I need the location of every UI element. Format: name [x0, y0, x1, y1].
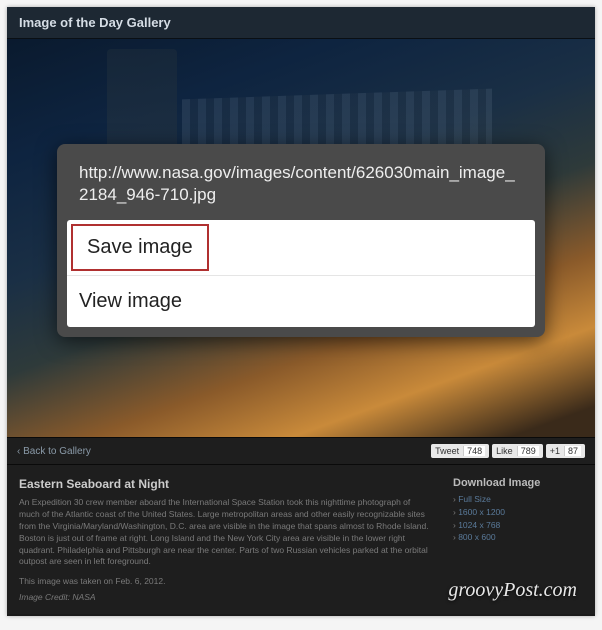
details-panel: Eastern Seaboard at Night An Expedition …: [7, 465, 595, 614]
download-title: Download Image: [453, 477, 583, 489]
menu-row: Save image: [67, 220, 535, 276]
view-image-item[interactable]: View image: [67, 276, 535, 327]
page-header: Image of the Day Gallery: [7, 7, 595, 39]
plus-label: +1: [550, 446, 560, 456]
like-count: 789: [517, 446, 539, 456]
like-label: Like: [496, 446, 513, 456]
page-title: Image of the Day Gallery: [19, 15, 583, 30]
image-date: This image was taken on Feb. 6, 2012.: [19, 576, 433, 586]
download-size-list: Full Size 1600 x 1200 1024 x 768 800 x 6…: [453, 493, 583, 544]
tweet-button[interactable]: Tweet 748: [431, 444, 489, 458]
download-size-link[interactable]: 800 x 600: [453, 531, 583, 544]
image-credit: Image Credit: NASA: [19, 592, 433, 602]
image-description: An Expedition 30 crew member aboard the …: [19, 497, 433, 568]
download-size-link[interactable]: 1600 x 1200: [453, 506, 583, 519]
plus-one-button[interactable]: +1 87: [546, 444, 585, 458]
toolbar-row: Back to Gallery Tweet 748 Like 789 +1 87: [7, 437, 595, 465]
save-image-item[interactable]: Save image: [71, 224, 209, 271]
context-menu-url: http://www.nasa.gov/images/content/62603…: [67, 162, 535, 220]
download-size-link[interactable]: Full Size: [453, 493, 583, 506]
back-to-gallery-link[interactable]: Back to Gallery: [17, 446, 91, 457]
image-title: Eastern Seaboard at Night: [19, 477, 433, 491]
context-menu-list: Save image View image: [67, 220, 535, 327]
tweet-count: 748: [463, 446, 485, 456]
download-size-link[interactable]: 1024 x 768: [453, 519, 583, 532]
context-menu: http://www.nasa.gov/images/content/62603…: [57, 144, 545, 337]
app-frame: Image of the Day Gallery Back to Gallery…: [7, 7, 595, 616]
plus-count: 87: [564, 446, 581, 456]
download-panel: Download Image Full Size 1600 x 1200 102…: [453, 477, 583, 602]
social-buttons: Tweet 748 Like 789 +1 87: [431, 444, 585, 458]
tweet-label: Tweet: [435, 446, 459, 456]
like-button[interactable]: Like 789: [492, 444, 543, 458]
details-main: Eastern Seaboard at Night An Expedition …: [19, 477, 433, 602]
